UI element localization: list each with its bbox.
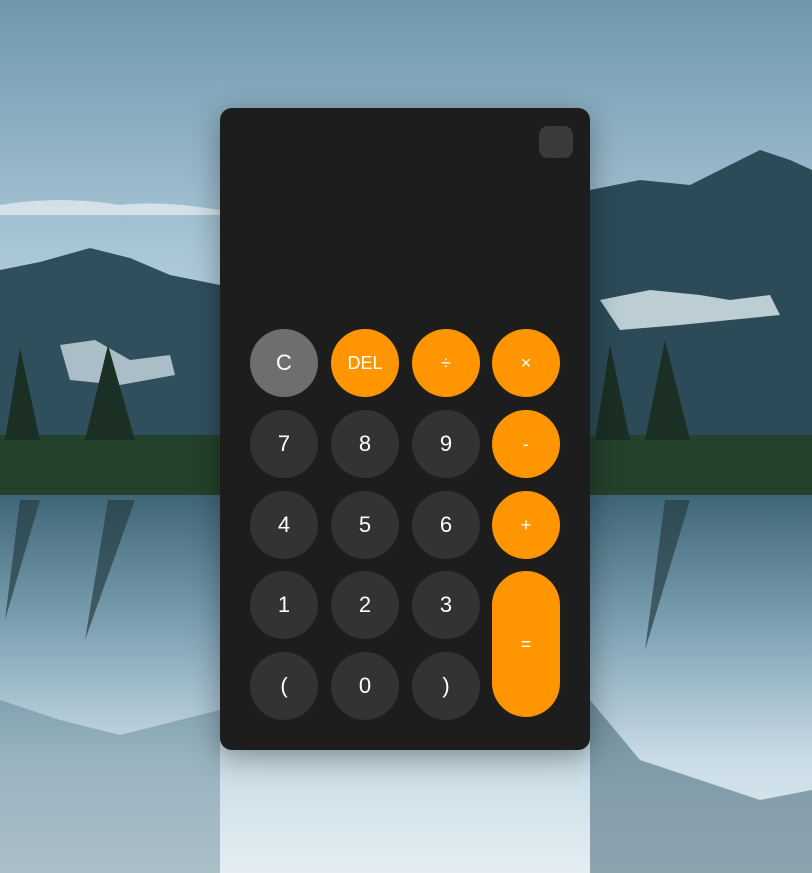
calculator-display xyxy=(250,168,560,318)
digit-5-button[interactable]: 5 xyxy=(331,491,399,559)
calculator-panel: C DEL ÷ × 7 8 9 - 4 5 6 + 1 2 3 = ( 0 ) xyxy=(220,108,590,750)
clear-button[interactable]: C xyxy=(250,329,318,397)
digit-3-button[interactable]: 3 xyxy=(412,571,480,639)
open-paren-button[interactable]: ( xyxy=(250,652,318,720)
equals-button[interactable]: = xyxy=(492,571,560,717)
digit-9-button[interactable]: 9 xyxy=(412,410,480,478)
digit-8-button[interactable]: 8 xyxy=(331,410,399,478)
plus-button[interactable]: + xyxy=(492,491,560,559)
divide-button[interactable]: ÷ xyxy=(412,329,480,397)
digit-2-button[interactable]: 2 xyxy=(331,571,399,639)
multiply-button[interactable]: × xyxy=(492,329,560,397)
close-paren-button[interactable]: ) xyxy=(412,652,480,720)
digit-6-button[interactable]: 6 xyxy=(412,491,480,559)
digit-4-button[interactable]: 4 xyxy=(250,491,318,559)
delete-button[interactable]: DEL xyxy=(331,329,399,397)
digit-1-button[interactable]: 1 xyxy=(250,571,318,639)
minus-button[interactable]: - xyxy=(492,410,560,478)
digit-7-button[interactable]: 7 xyxy=(250,410,318,478)
theme-toggle-button[interactable] xyxy=(539,126,573,158)
digit-0-button[interactable]: 0 xyxy=(331,652,399,720)
